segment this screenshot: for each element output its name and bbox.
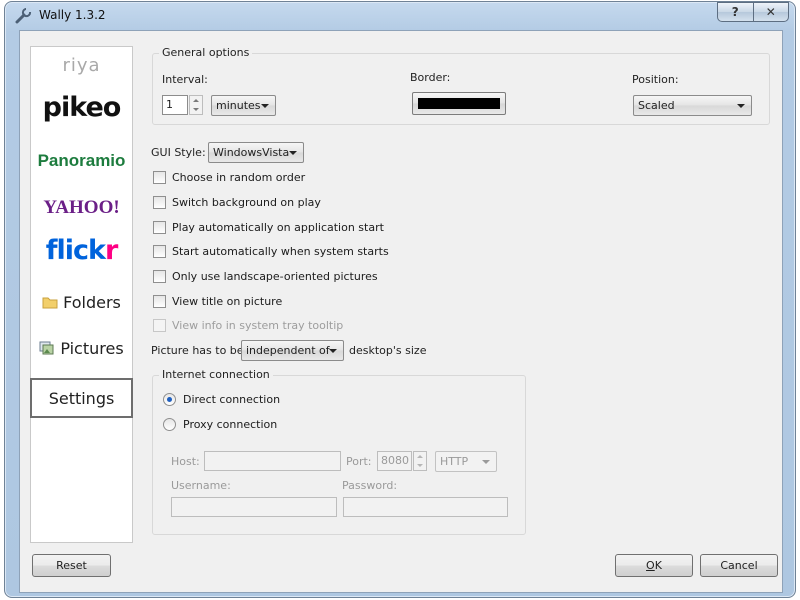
position-label: Position: bbox=[632, 73, 679, 86]
ok-button[interactable]: OK bbox=[615, 554, 693, 577]
checkbox-label: Start automatically when system starts bbox=[172, 244, 389, 258]
protocol-select: HTTP bbox=[435, 451, 497, 472]
settings-panel: riya pikeo Panoramio YAHOO! flickr Folde… bbox=[19, 30, 783, 593]
pictures-icon bbox=[39, 341, 54, 355]
checkbox-play-on-start[interactable]: Play automatically on application start bbox=[153, 219, 384, 235]
port-spinner bbox=[413, 451, 427, 471]
gui-style-select[interactable]: WindowsVista bbox=[208, 142, 304, 163]
sidebar-item-panoramio[interactable]: Panoramio bbox=[31, 151, 132, 171]
ok-label-rest: K bbox=[654, 559, 662, 572]
radio-label: Proxy connection bbox=[183, 418, 278, 431]
password-label: Password: bbox=[342, 479, 398, 492]
sidebar-item-pikeo[interactable]: pikeo bbox=[31, 92, 132, 123]
checkbox[interactable] bbox=[153, 244, 166, 258]
interval-unit-select[interactable]: minutes bbox=[211, 95, 276, 116]
position-select[interactable]: Scaled bbox=[633, 95, 752, 116]
caption-buttons: ? ✕ bbox=[717, 2, 789, 22]
interval-input[interactable]: 1 bbox=[162, 95, 188, 115]
select-value: minutes bbox=[216, 99, 261, 112]
spin-up-icon bbox=[193, 99, 199, 102]
radio-direct-connection[interactable]: Direct connection bbox=[163, 393, 280, 406]
password-input bbox=[343, 497, 508, 517]
spin-down-icon bbox=[193, 108, 199, 111]
checkbox[interactable] bbox=[153, 269, 166, 283]
checkbox bbox=[153, 318, 166, 332]
window-title: Wally 1.3.2 bbox=[39, 8, 106, 22]
sidebar-item-settings[interactable]: Settings bbox=[30, 378, 133, 418]
app-window: Wally 1.3.2 ? ✕ riya pikeo Panoramio YAH… bbox=[4, 1, 796, 598]
spin-down-icon bbox=[417, 464, 423, 467]
checkbox-tray-tooltip: View info in system tray tooltip bbox=[153, 317, 343, 333]
checkbox-label: View info in system tray tooltip bbox=[172, 318, 344, 332]
close-button[interactable]: ✕ bbox=[752, 2, 789, 22]
checkbox[interactable] bbox=[153, 170, 166, 184]
picture-size-suffix: desktop's size bbox=[349, 344, 427, 357]
chevron-down-icon bbox=[329, 349, 337, 353]
help-button[interactable]: ? bbox=[717, 2, 753, 22]
checkbox-label: Switch background on play bbox=[172, 195, 321, 209]
sidebar-item-flickr[interactable]: flickr bbox=[31, 235, 132, 266]
username-label: Username: bbox=[171, 479, 231, 492]
interval-label: Interval: bbox=[162, 73, 208, 86]
sidebar-item-yahoo[interactable]: YAHOO! bbox=[31, 197, 132, 219]
radio-button[interactable] bbox=[163, 393, 176, 406]
title-bar[interactable]: Wally 1.3.2 ? ✕ bbox=[5, 2, 795, 30]
checkbox[interactable] bbox=[153, 195, 166, 209]
ok-accesskey: O bbox=[646, 559, 655, 572]
select-value: WindowsVista bbox=[213, 146, 290, 159]
select-value: HTTP bbox=[440, 455, 469, 468]
border-color-swatch bbox=[418, 98, 500, 109]
flickr-logo-part-1: flick bbox=[45, 235, 106, 266]
checkbox-label: View title on picture bbox=[172, 294, 283, 308]
chevron-down-icon bbox=[289, 151, 297, 155]
checkbox-label: Only use landscape-oriented pictures bbox=[172, 269, 378, 283]
interval-spinner[interactable] bbox=[189, 95, 203, 115]
checkbox-view-title[interactable]: View title on picture bbox=[153, 293, 282, 309]
checkbox-switch-background[interactable]: Switch background on play bbox=[153, 194, 321, 210]
gui-style-label: GUI Style: bbox=[151, 146, 206, 159]
picture-size-prefix: Picture has to be bbox=[151, 344, 244, 357]
checkbox-label: Choose in random order bbox=[172, 170, 306, 184]
radio-button[interactable] bbox=[163, 418, 176, 431]
sidebar-item-label: Folders bbox=[63, 293, 121, 312]
port-input: 8080 bbox=[377, 451, 412, 471]
checkbox-label: Play automatically on application start bbox=[172, 220, 384, 234]
sidebar: riya pikeo Panoramio YAHOO! flickr Folde… bbox=[30, 46, 133, 543]
select-value: independent of bbox=[246, 344, 330, 357]
checkbox-start-with-system[interactable]: Start automatically when system starts bbox=[153, 243, 389, 259]
folder-icon bbox=[42, 297, 58, 309]
radio-proxy-connection[interactable]: Proxy connection bbox=[163, 418, 277, 431]
chevron-down-icon bbox=[482, 460, 490, 464]
spin-up-icon bbox=[417, 455, 423, 458]
host-input bbox=[204, 451, 341, 471]
flickr-logo-part-2: r bbox=[104, 235, 118, 266]
border-color-button[interactable] bbox=[412, 92, 506, 115]
sidebar-item-pictures[interactable]: Pictures bbox=[31, 339, 132, 358]
checkbox-landscape-only[interactable]: Only use landscape-oriented pictures bbox=[153, 268, 378, 284]
wrench-icon bbox=[15, 8, 32, 24]
border-label: Border: bbox=[410, 71, 451, 84]
group-label: Internet connection bbox=[159, 368, 273, 381]
sidebar-item-label: Pictures bbox=[60, 339, 124, 358]
sidebar-item-folders[interactable]: Folders bbox=[31, 293, 132, 312]
select-value: Scaled bbox=[638, 99, 675, 112]
checkbox[interactable] bbox=[153, 220, 166, 234]
chevron-down-icon bbox=[261, 104, 269, 108]
reset-button[interactable]: Reset bbox=[32, 554, 111, 577]
checkbox-random-order[interactable]: Choose in random order bbox=[153, 169, 305, 185]
chevron-down-icon bbox=[737, 104, 745, 108]
sidebar-item-riya[interactable]: riya bbox=[31, 55, 132, 76]
port-label: Port: bbox=[346, 455, 372, 468]
checkbox[interactable] bbox=[153, 294, 166, 308]
host-label: Host: bbox=[171, 455, 200, 468]
group-label: General options bbox=[159, 46, 253, 59]
picture-size-select[interactable]: independent of bbox=[241, 340, 344, 361]
username-input bbox=[171, 497, 337, 517]
radio-label: Direct connection bbox=[183, 393, 281, 406]
cancel-button[interactable]: Cancel bbox=[700, 554, 778, 577]
